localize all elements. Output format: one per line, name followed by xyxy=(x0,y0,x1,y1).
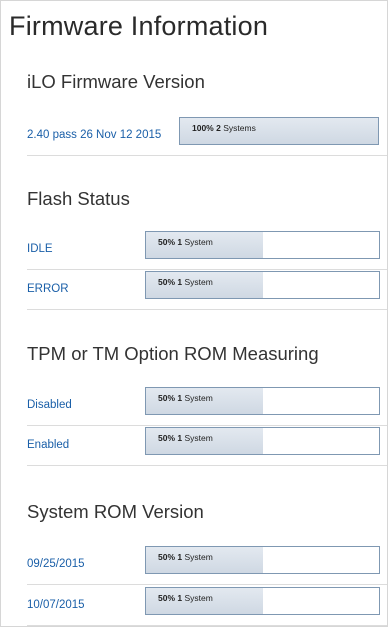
bar-text: 50% 1 System xyxy=(158,393,213,403)
section-title-ilo-firmware-version: iLO Firmware Version xyxy=(27,71,205,92)
system-rom-row-2: 10/07/2015 50% 1 System xyxy=(27,587,387,626)
bar-unit: System xyxy=(184,237,213,247)
bar-text: 100% 2 Systems xyxy=(192,123,256,133)
bar-percent: 50% xyxy=(158,277,176,287)
bar-unit: System xyxy=(184,433,213,443)
bar-unit: System xyxy=(184,277,213,287)
system-rom-2-progress-bar[interactable]: 50% 1 System xyxy=(145,587,380,615)
page-title: Firmware Information xyxy=(9,11,269,41)
firmware-information-panel: Firmware Information iLO Firmware Versio… xyxy=(0,0,388,627)
bar-percent: 50% xyxy=(158,552,176,562)
system-rom-10-07-2015-link[interactable]: 10/07/2015 xyxy=(27,599,85,611)
bar-percent: 100% xyxy=(192,123,214,133)
bar-count: 1 xyxy=(177,433,183,443)
bar-text: 50% 1 System xyxy=(158,593,213,603)
tpm-row-enabled: Enabled 50% 1 System xyxy=(27,427,387,466)
ilo-firmware-row: 2.40 pass 26 Nov 12 2015 100% 2 Systems xyxy=(27,117,387,156)
flash-status-idle-progress-bar[interactable]: 50% 1 System xyxy=(145,231,380,259)
bar-percent: 50% xyxy=(158,433,176,443)
section-title-tpm-option-rom: TPM or TM Option ROM Measuring xyxy=(27,343,319,364)
bar-percent: 50% xyxy=(158,593,176,603)
bar-unit: System xyxy=(184,393,213,403)
system-rom-09-25-2015-link[interactable]: 09/25/2015 xyxy=(27,558,85,570)
ilo-firmware-version-link[interactable]: 2.40 pass 26 Nov 12 2015 xyxy=(27,129,161,141)
bar-percent: 50% xyxy=(158,393,176,403)
tpm-disabled-link[interactable]: Disabled xyxy=(27,399,72,411)
bar-percent: 50% xyxy=(158,237,176,247)
bar-unit: System xyxy=(184,593,213,603)
bar-count: 1 xyxy=(177,552,183,562)
bar-text: 50% 1 System xyxy=(158,277,213,287)
system-rom-row-1: 09/25/2015 50% 1 System xyxy=(27,546,387,585)
system-rom-1-progress-bar[interactable]: 50% 1 System xyxy=(145,546,380,574)
flash-status-error-progress-bar[interactable]: 50% 1 System xyxy=(145,271,380,299)
section-title-system-rom-version: System ROM Version xyxy=(27,501,204,522)
bar-text: 50% 1 System xyxy=(158,237,213,247)
bar-unit: Systems xyxy=(223,123,256,133)
bar-count: 1 xyxy=(177,393,183,403)
bar-count: 1 xyxy=(177,237,183,247)
tpm-row-disabled: Disabled 50% 1 System xyxy=(27,387,387,426)
tpm-disabled-progress-bar[interactable]: 50% 1 System xyxy=(145,387,380,415)
ilo-firmware-progress-bar[interactable]: 100% 2 Systems xyxy=(179,117,379,145)
bar-unit: System xyxy=(184,552,213,562)
bar-count: 1 xyxy=(177,277,183,287)
section-title-flash-status: Flash Status xyxy=(27,188,130,209)
flash-status-error-link[interactable]: ERROR xyxy=(27,283,69,295)
flash-status-row-idle: IDLE 50% 1 System xyxy=(27,231,387,270)
bar-count: 1 xyxy=(177,593,183,603)
flash-status-row-error: ERROR 50% 1 System xyxy=(27,271,387,310)
bar-count: 2 xyxy=(216,123,221,133)
bar-text: 50% 1 System xyxy=(158,433,213,443)
flash-status-idle-link[interactable]: IDLE xyxy=(27,243,53,255)
tpm-enabled-progress-bar[interactable]: 50% 1 System xyxy=(145,427,380,455)
bar-text: 50% 1 System xyxy=(158,552,213,562)
tpm-enabled-link[interactable]: Enabled xyxy=(27,439,69,451)
